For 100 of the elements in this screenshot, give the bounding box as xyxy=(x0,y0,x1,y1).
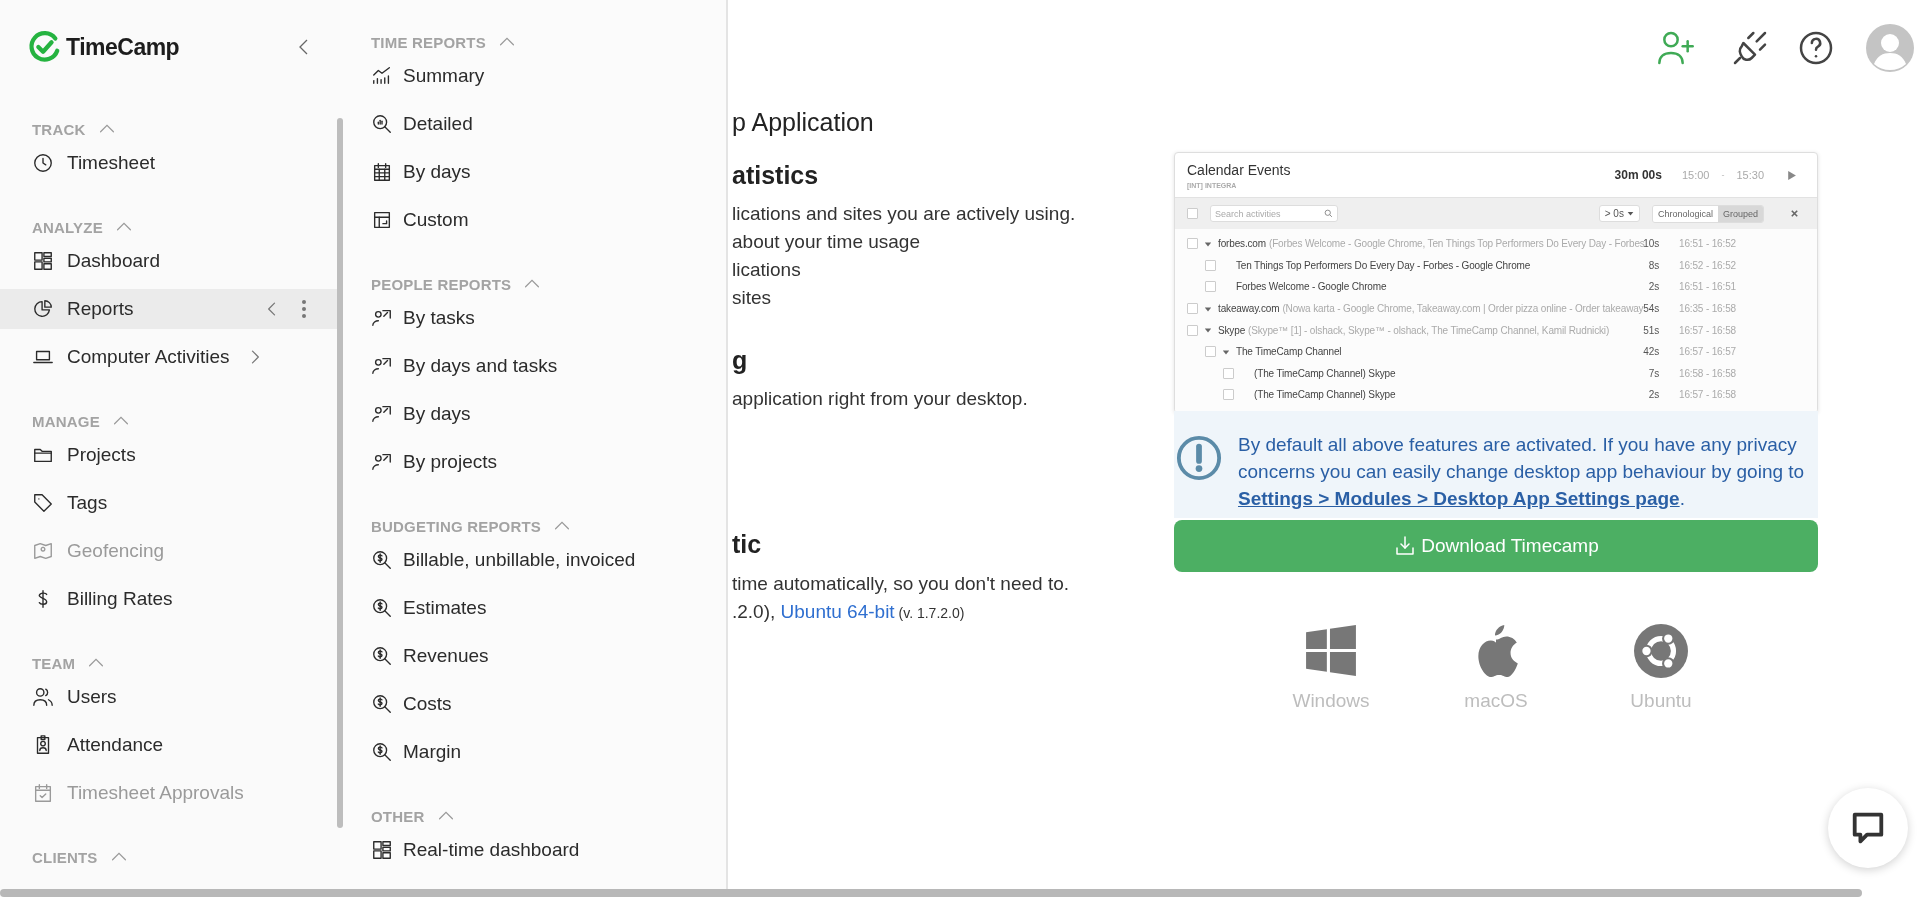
pie-chart-icon xyxy=(32,298,54,320)
body-text: about your time usage xyxy=(732,230,921,254)
caret-down-icon[interactable] xyxy=(1204,239,1212,248)
checkbox[interactable] xyxy=(1187,324,1198,336)
platform-label: macOS xyxy=(1464,689,1528,712)
nav-item[interactable]: Projects xyxy=(0,435,340,475)
dollar-magnifier-icon xyxy=(371,645,393,667)
menu-item[interactable]: Real-time dashboard xyxy=(340,830,726,870)
activity-name: forbes.com xyxy=(1218,238,1266,250)
person-chart-icon xyxy=(371,355,393,377)
search-field[interactable]: Search activities xyxy=(1210,205,1338,222)
checkbox[interactable] xyxy=(1187,303,1198,315)
dollar-magnifier-icon xyxy=(371,693,393,715)
menu-item[interactable]: Billable, unbillable, invoiced xyxy=(340,540,726,580)
activity-name: takeaway.com xyxy=(1218,303,1280,315)
chat-button[interactable] xyxy=(1828,788,1908,868)
menu-item[interactable]: By days xyxy=(340,152,726,192)
duration-filter-dropdown[interactable]: > 0s xyxy=(1598,205,1640,222)
menu-item[interactable]: Detailed xyxy=(340,104,726,144)
person-chart-icon xyxy=(371,403,393,425)
duration-text: 42s xyxy=(1642,346,1659,358)
duration-text: 7s xyxy=(1647,367,1659,379)
checkbox[interactable] xyxy=(1223,367,1234,379)
clock-icon xyxy=(32,152,54,174)
event-title: Calendar Events xyxy=(1187,161,1291,178)
nav-item[interactable]: Billing Rates xyxy=(0,579,340,619)
checkbox[interactable] xyxy=(1205,346,1216,358)
settings-link[interactable]: Settings > Modules > Desktop App Settings page xyxy=(1238,487,1680,509)
window-grid-icon[interactable] xyxy=(1304,623,1358,678)
checkbox[interactable] xyxy=(1223,389,1234,401)
time-range-text: 16:57 - 16:58 xyxy=(1678,324,1737,336)
menu-item[interactable]: Margin xyxy=(340,732,726,772)
avatar[interactable] xyxy=(1866,24,1914,72)
activity-details: (Skype™ [1] - olshack, Skype™ - olshack, The TimeCamp Channel, Kamil Rudnicki) xyxy=(1248,324,1610,336)
menu-item[interactable]: Estimates xyxy=(340,588,726,628)
duration-text: 2s xyxy=(1647,389,1659,401)
nav-item[interactable]: Attendance xyxy=(0,725,340,765)
dollar-magnifier-icon xyxy=(371,549,393,571)
body-text: application right from your desktop. xyxy=(732,387,1029,411)
line-chart-icon xyxy=(371,65,393,87)
checkbox[interactable] xyxy=(1205,281,1216,293)
section-heading: TRACK xyxy=(32,120,86,138)
caret-down-icon[interactable] xyxy=(1204,304,1212,313)
scrollbar[interactable] xyxy=(0,889,1862,897)
close-icon[interactable] xyxy=(1790,209,1799,218)
nav-item[interactable]: Dashboard xyxy=(0,241,340,281)
activity-name: (The TimeCamp Channel) Skype xyxy=(1254,367,1396,379)
nav-item[interactable]: Computer Activities xyxy=(0,337,340,377)
section-heading: tic xyxy=(732,529,763,560)
checkbox[interactable] xyxy=(1187,208,1198,219)
section-heading: TIME REPORTS xyxy=(371,33,486,51)
activity-details: (Forbes Welcome - Google Chrome, Ten Things Top Performers Do Every Day - Forbes xyxy=(1268,238,1645,250)
caret-down-icon[interactable] xyxy=(1222,347,1230,356)
grid-icon xyxy=(371,839,393,861)
time-range-text: 16:35 - 16:58 xyxy=(1678,303,1737,315)
ring-logo-icon[interactable] xyxy=(1634,623,1688,678)
body-text: lications and sites you are actively using. xyxy=(732,202,1077,226)
nav-item[interactable]: Tags xyxy=(0,483,340,523)
download-link[interactable]: Ubuntu 64-bit xyxy=(780,601,895,622)
body-text: lications xyxy=(732,258,802,282)
menu-item[interactable]: Summary xyxy=(340,56,726,96)
play-icon[interactable] xyxy=(1786,169,1797,181)
grid-icon xyxy=(32,250,54,272)
view-toggle[interactable]: Chronological xyxy=(1652,205,1718,222)
section-heading: CLIENTS xyxy=(32,848,98,866)
activity-name: Forbes Welcome - Google Chrome xyxy=(1236,281,1387,293)
person-chart-icon xyxy=(371,451,393,473)
menu-item[interactable]: Costs xyxy=(340,684,726,724)
scrollbar[interactable] xyxy=(337,118,343,828)
chart-magnifier-icon xyxy=(371,113,393,135)
nav-item[interactable]: Timesheet xyxy=(0,143,340,183)
nav-item[interactable]: Users xyxy=(0,677,340,717)
tag-icon xyxy=(32,492,54,514)
menu-item[interactable]: By tasks xyxy=(340,298,726,338)
checkbox[interactable] xyxy=(1187,238,1198,250)
activity-name: The TimeCamp Channel xyxy=(1236,346,1342,358)
menu-item[interactable]: By projects xyxy=(340,442,726,482)
logo-text: TimeCamp xyxy=(66,33,180,61)
notice-text: By default all above features are activated. If you have any privacy concerns you can easily change desktop app behaviour by going to Settings > Modules > Desktop App Settings page. xyxy=(1238,432,1806,511)
section-heading: OTHER xyxy=(371,807,425,825)
dollar-magnifier-icon xyxy=(371,741,393,763)
check-circle-logo-icon xyxy=(27,30,61,64)
section-heading: BUDGETING REPORTS xyxy=(371,517,542,535)
caret-down-icon[interactable] xyxy=(1204,326,1212,335)
checkbox[interactable] xyxy=(1205,259,1216,271)
menu-item[interactable]: Revenues xyxy=(340,636,726,676)
section-heading: g xyxy=(732,345,749,376)
search-icon xyxy=(1324,209,1333,218)
menu-item[interactable]: By days and tasks xyxy=(340,346,726,386)
activity-name: (The TimeCamp Channel) Skype xyxy=(1254,389,1396,401)
menu-item[interactable]: Custom xyxy=(340,200,726,240)
duration-text: 2s xyxy=(1647,281,1659,293)
view-toggle[interactable]: Grouped xyxy=(1717,205,1763,222)
platform-label: Windows xyxy=(1292,689,1370,712)
map-pin-icon xyxy=(32,540,54,562)
body-text: time automatically, so you don't need to. xyxy=(732,572,1071,596)
menu-item[interactable]: By days xyxy=(340,394,726,434)
nav-item[interactable]: Reports xyxy=(0,289,340,329)
activity-name: Ten Things Top Performers Do Every Day - Forbes - Google Chrome xyxy=(1236,259,1531,271)
duration-text: 8s xyxy=(1647,259,1659,271)
